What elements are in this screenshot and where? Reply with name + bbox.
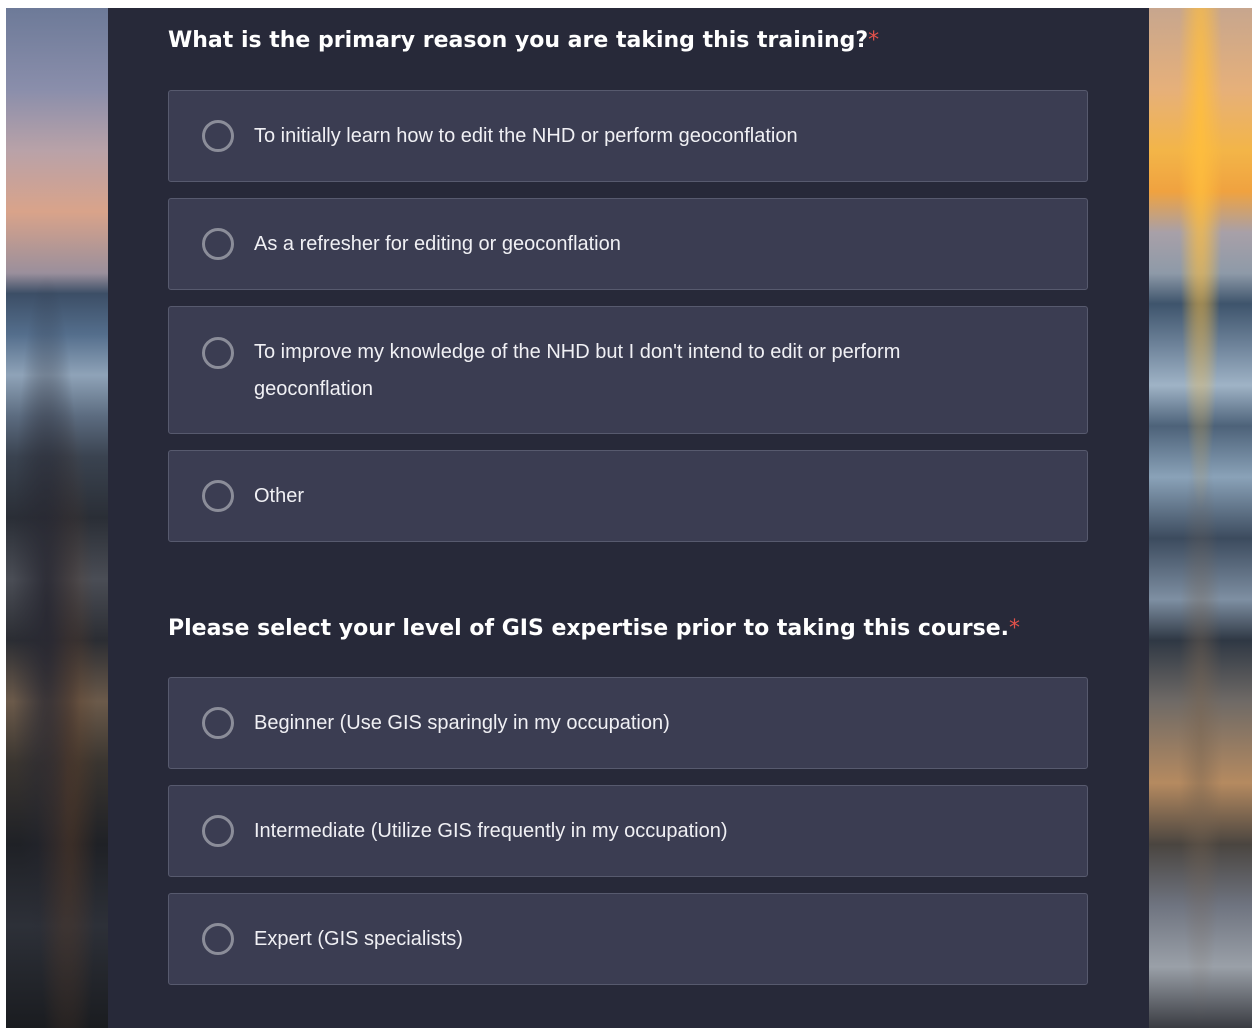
radio-unselected-icon[interactable] — [202, 120, 234, 152]
radio-unselected-icon[interactable] — [202, 228, 234, 260]
option-beginner[interactable]: Beginner (Use GIS sparingly in my occupa… — [168, 677, 1088, 769]
option-label: To improve my knowledge of the NHD but I… — [254, 341, 901, 400]
radio-unselected-icon[interactable] — [202, 337, 234, 369]
option-label: To initially learn how to edit the NHD o… — [254, 124, 798, 147]
radio-unselected-icon[interactable] — [202, 815, 234, 847]
survey-page: What is the primary reason you are takin… — [0, 0, 1252, 1028]
radio-unselected-icon[interactable] — [202, 923, 234, 955]
option-label: Beginner (Use GIS sparingly in my occupa… — [254, 711, 670, 734]
option-initially-learn[interactable]: To initially learn how to edit the NHD o… — [168, 90, 1088, 182]
option-intermediate[interactable]: Intermediate (Utilize GIS frequently in … — [168, 785, 1088, 877]
option-label: Intermediate (Utilize GIS frequently in … — [254, 819, 728, 842]
option-refresher[interactable]: As a refresher for editing or geoconflat… — [168, 198, 1088, 290]
option-label: Other — [254, 484, 305, 507]
question-2-title: Please select your level of GIS expertis… — [168, 616, 1020, 641]
required-asterisk: * — [868, 28, 880, 53]
question-2-options: Beginner (Use GIS sparingly in my occupa… — [168, 677, 1088, 1001]
question-1-title: What is the primary reason you are takin… — [168, 28, 879, 53]
radio-unselected-icon[interactable] — [202, 707, 234, 739]
question-1-options: To initially learn how to edit the NHD o… — [168, 90, 1088, 558]
option-other[interactable]: Other — [168, 450, 1088, 542]
option-expert[interactable]: Expert (GIS specialists) — [168, 893, 1088, 985]
required-asterisk: * — [1008, 616, 1020, 641]
radio-unselected-icon[interactable] — [202, 480, 234, 512]
question-1-text: What is the primary reason you are takin… — [168, 28, 869, 53]
option-label: Expert (GIS specialists) — [254, 927, 463, 950]
option-label: As a refresher for editing or geoconflat… — [254, 232, 621, 255]
question-2-text: Please select your level of GIS expertis… — [168, 616, 1009, 641]
background-photo-right — [1149, 8, 1252, 1028]
background-photo-left — [6, 8, 108, 1028]
option-improve-knowledge[interactable]: To improve my knowledge of the NHD but I… — [168, 306, 1088, 434]
